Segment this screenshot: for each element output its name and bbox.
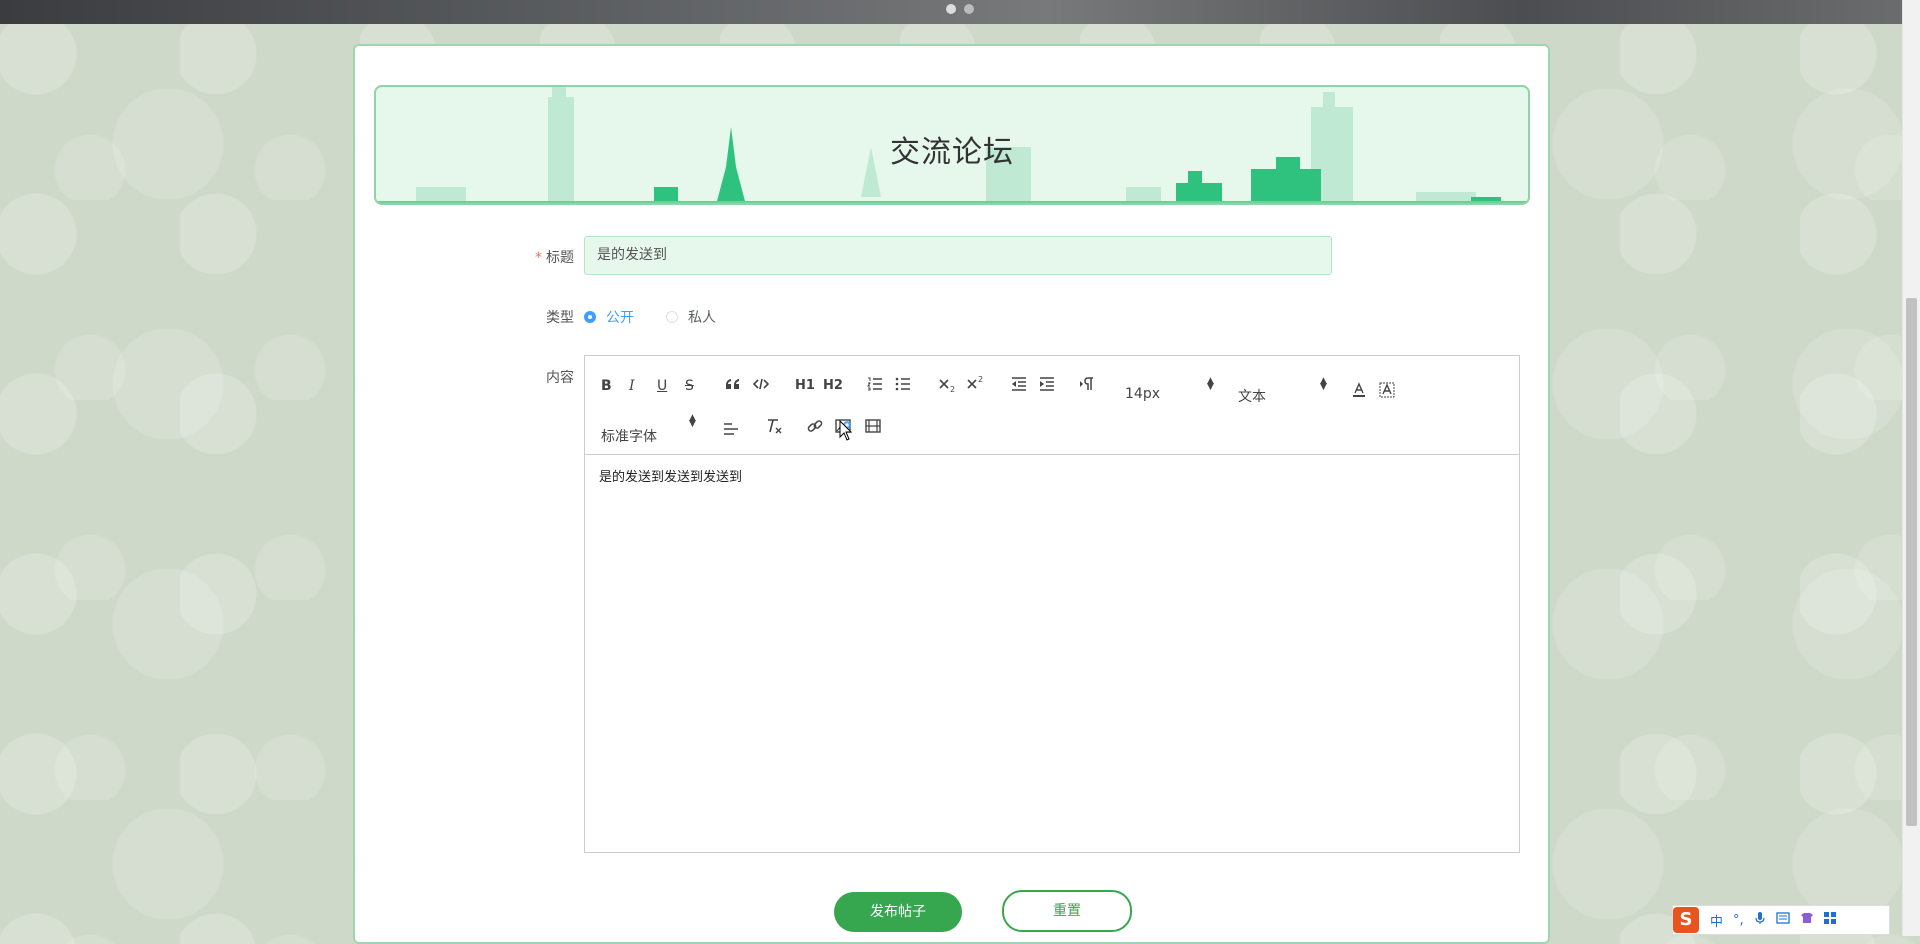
clean-format-icon[interactable] — [765, 417, 783, 435]
font-size-value: 14px — [1125, 386, 1160, 402]
align-icon[interactable] — [723, 422, 739, 436]
ime-mode[interactable]: 中 — [1710, 911, 1723, 930]
keyboard-icon[interactable] — [1776, 912, 1790, 928]
blockquote-icon[interactable] — [725, 377, 741, 391]
page-title: 交流论坛 — [890, 135, 1014, 170]
header-value: 文本 — [1238, 389, 1266, 405]
ime-toolbar: S 中 °, — [1672, 905, 1890, 935]
title-input[interactable]: 是的发送到 — [584, 236, 1332, 275]
picker-updown-icon: ▲ ▼ — [689, 413, 696, 429]
font-color-icon[interactable] — [1351, 382, 1367, 398]
sogou-logo-icon[interactable]: S — [1673, 907, 1699, 933]
skin-icon[interactable] — [1800, 912, 1814, 928]
bullet-list-icon[interactable] — [895, 377, 911, 391]
title-label: * 标题 — [494, 247, 574, 267]
hero-carousel-strip — [0, 0, 1903, 24]
title-label-text: 标题 — [546, 250, 574, 266]
radio-public[interactable]: 公开 — [584, 307, 634, 327]
radio-private[interactable]: 私人 — [666, 307, 716, 327]
carousel-dot[interactable] — [946, 4, 956, 14]
bold-icon[interactable]: B — [601, 377, 612, 395]
submit-post-button[interactable]: 发布帖子 — [834, 892, 962, 932]
scrollbar-thumb[interactable] — [1906, 298, 1917, 826]
svg-text:2: 2 — [978, 375, 983, 384]
background-color-icon[interactable] — [1379, 382, 1395, 398]
apps-grid-icon[interactable] — [1823, 912, 1836, 928]
video-icon[interactable] — [865, 418, 881, 434]
microphone-icon[interactable] — [1754, 911, 1766, 929]
header-picker[interactable]: 文本 ▲ ▼ — [1238, 377, 1328, 406]
ordered-list-icon[interactable] — [867, 377, 883, 391]
mouse-pointer-icon — [839, 419, 853, 446]
text-direction-icon[interactable] — [1079, 377, 1095, 391]
page-scrollbar[interactable] — [1902, 0, 1920, 936]
link-icon[interactable] — [807, 418, 823, 434]
h2-icon[interactable]: H2 — [823, 377, 843, 395]
subscript-icon[interactable]: 2 — [939, 377, 957, 393]
underline-icon[interactable]: U — [657, 377, 667, 395]
picker-updown-icon: ▲ ▼ — [1320, 376, 1327, 392]
radio-private-label: 私人 — [688, 310, 716, 326]
italic-icon[interactable]: I — [629, 377, 635, 395]
rich-text-editor: B I U S H1 H2 2 2 14px ▲ ▼ 文本 ▲ ▼ 标准字体 ▲… — [584, 355, 1520, 853]
font-family-picker[interactable]: 标准字体 ▲ ▼ — [601, 414, 697, 446]
reset-button[interactable]: 重置 — [1002, 890, 1132, 932]
indent-icon[interactable] — [1039, 377, 1055, 391]
required-mark: * — [535, 250, 542, 266]
picker-updown-icon: ▲ ▼ — [1207, 376, 1214, 392]
editor-content[interactable]: 是的发送到发送到发送到 — [599, 466, 742, 485]
carousel-dot[interactable] — [964, 4, 974, 14]
outdent-icon[interactable] — [1011, 377, 1027, 391]
code-block-icon[interactable] — [753, 377, 769, 391]
type-label: 类型 — [546, 310, 574, 326]
superscript-icon[interactable]: 2 — [967, 375, 985, 391]
font-size-picker[interactable]: 14px ▲ ▼ — [1125, 377, 1215, 406]
svg-text:2: 2 — [950, 385, 955, 393]
ime-punct[interactable]: °, — [1733, 913, 1744, 928]
h1-icon[interactable]: H1 — [795, 377, 815, 395]
font-family-value: 标准字体 — [601, 429, 657, 445]
forum-banner: 交流论坛 — [374, 85, 1530, 205]
content-label: 内容 — [546, 370, 574, 386]
radio-checked-icon — [584, 311, 596, 323]
editor-toolbar: B I U S H1 H2 2 2 14px ▲ ▼ 文本 ▲ ▼ 标准字体 ▲… — [585, 356, 1519, 455]
strike-icon[interactable]: S — [685, 377, 694, 395]
radio-public-label: 公开 — [606, 310, 634, 326]
radio-unchecked-icon — [666, 311, 678, 323]
